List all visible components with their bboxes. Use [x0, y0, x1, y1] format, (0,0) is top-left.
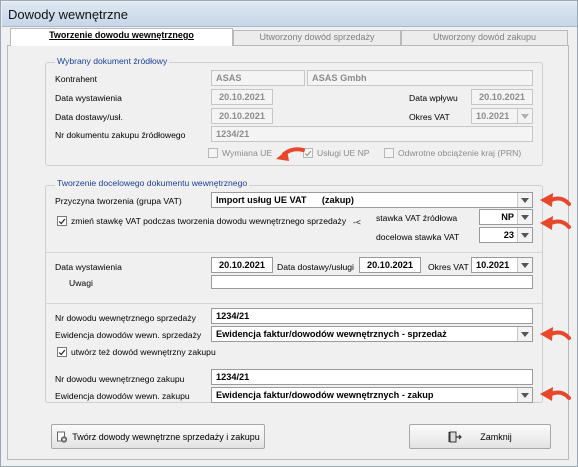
tab-purchase[interactable]: Utworzony dowód zakupu — [401, 30, 568, 45]
red-arrow-icon — [540, 387, 571, 401]
create-purchase-checkbox[interactable] — [57, 347, 67, 357]
eu-services-label: Usługi UE NP — [317, 148, 370, 158]
target-doc-legend: Tworzenie docelowego dokumentu wewnętrzn… — [55, 178, 250, 188]
receipt-date-field[interactable]: 20.10.2021 — [471, 89, 533, 105]
receipt-date-label: Data wpływu — [409, 93, 458, 103]
change-vat-label: zmień stawkę VAT podczas tworzenia dowod… — [71, 216, 347, 226]
source-rate-value: NP — [501, 212, 514, 222]
divider — [45, 252, 543, 253]
purchase-register-label: Ewidencja dowodów wewn. zakupu — [55, 391, 190, 401]
create-documents-label: Twórz dowody wewnętrzne sprzedaży i zaku… — [72, 431, 260, 442]
notes-field[interactable] — [211, 275, 533, 289]
reverse-charge-checkbox[interactable] — [384, 148, 394, 158]
notes-label: Uwagi — [69, 278, 93, 288]
document-gear-icon — [57, 431, 68, 443]
title-bar: Dowody wewnętrzne — [2, 2, 577, 27]
chevron-down-icon[interactable] — [517, 193, 532, 207]
purchase-register-value: Ewidencja faktur/dowodów wewnętrznych - … — [216, 390, 434, 400]
chevron-down-icon[interactable] — [517, 109, 532, 123]
target-issue-date-label: Data wystawienia — [55, 262, 122, 272]
rate-arrow-text: -< — [353, 217, 361, 227]
chevron-down-icon[interactable] — [517, 258, 532, 272]
target-vat-period-value: 10.2021 — [476, 260, 510, 270]
target-vat-period-label: Okres VAT — [428, 262, 469, 272]
delivery-date-label: Data dostawy/usł. — [55, 112, 123, 122]
close-label: Zamknij — [480, 431, 512, 442]
red-arrow-icon — [540, 216, 571, 230]
checkmark-icon — [58, 349, 66, 355]
foreign-exchange-label: Wymiana UE — [222, 148, 273, 158]
source-rate-label: stawka VAT źródłowa — [376, 213, 458, 223]
delivery-date-field[interactable]: 20.10.2021 — [211, 108, 273, 124]
issue-date-field[interactable]: 20.10.2021 — [211, 89, 273, 105]
sale-number-field[interactable]: 1234/21 — [211, 308, 533, 324]
change-vat-checkbox[interactable] — [57, 216, 67, 226]
red-arrow-icon — [540, 193, 571, 207]
chevron-down-icon[interactable] — [517, 228, 532, 242]
sale-register-combo[interactable]: Ewidencja faktur/dowodów wewnętrznych - … — [211, 326, 533, 342]
issue-date-label: Data wystawienia — [55, 93, 122, 103]
target-issue-date-field[interactable]: 20.10.2021 — [211, 257, 273, 273]
red-arrow-icon — [540, 327, 571, 341]
reason-value: Import usług UE VAT (zakup) — [216, 195, 354, 205]
purchase-number-field[interactable]: 1234/21 — [211, 369, 533, 385]
chevron-down-icon[interactable] — [517, 327, 532, 341]
target-rate-label: docelowa stawka VAT — [376, 232, 460, 242]
vat-period-label: Okres VAT — [409, 112, 450, 122]
reason-combo[interactable]: Import usług UE VAT (zakup) — [211, 192, 533, 208]
target-rate-value: 23 — [503, 230, 514, 240]
close-button[interactable]: Zamknij — [409, 424, 551, 449]
chevron-down-icon[interactable] — [517, 210, 532, 224]
purchase-register-combo[interactable]: Ewidencja faktur/dowodów wewnętrznych - … — [211, 387, 533, 403]
vat-period-value: 10.2021 — [476, 111, 510, 121]
foreign-exchange-checkbox[interactable] — [208, 148, 218, 158]
source-rate-combo[interactable]: NP — [479, 209, 533, 225]
target-rate-combo[interactable]: 23 — [479, 227, 533, 243]
sale-register-label: Ewidencja dowodów wewn. sprzedaży — [55, 330, 202, 340]
reverse-charge-label: Odwrotne obciążenie kraj (PRN) — [398, 148, 522, 158]
window-title: Dowody wewnętrzne — [8, 7, 128, 22]
checkmark-icon — [58, 218, 66, 224]
tab-sale[interactable]: Utworzony dowód sprzedaży — [233, 30, 401, 45]
create-purchase-label: utwórz też dowód wewnętrzny zakupu — [71, 347, 216, 357]
contractor-label: Kontrahent — [55, 74, 98, 84]
exit-door-icon — [448, 431, 463, 442]
chevron-down-icon[interactable] — [517, 388, 532, 402]
source-doc-legend: Wybrany dokument źródłowy — [55, 56, 170, 66]
target-delivery-date-label: Data dostawy/usługi — [277, 262, 354, 272]
dialog-window: Dowody wewnętrzne Tworzenie dowodu wewnę… — [0, 0, 578, 467]
sale-number-label: Nr dowodu wewnętrznego sprzedaży — [55, 313, 196, 323]
create-documents-button[interactable]: Twórz dowody wewnętrzne sprzedaży i zaku… — [51, 424, 265, 449]
reason-label: Przyczyna tworzenia (grupa VAT) — [55, 196, 182, 206]
red-arrow-icon — [276, 147, 305, 161]
contractor-name-field[interactable]: ASAS Gmbh — [307, 70, 533, 86]
contractor-code-field[interactable]: ASAS — [211, 70, 305, 86]
purchase-number-label: Nr dowodu wewnętrznego zakupu — [55, 374, 185, 384]
doc-number-label: Nr dokumentu zakupu źródłowego — [55, 130, 186, 140]
vat-period-combo[interactable]: 10.2021 — [471, 108, 533, 124]
divider — [45, 303, 543, 304]
target-vat-period-combo[interactable]: 10.2021 — [471, 257, 533, 273]
sale-register-value: Ewidencja faktur/dowodów wewnętrznych - … — [216, 329, 447, 339]
target-delivery-date-field[interactable]: 20.10.2021 — [359, 257, 421, 273]
doc-number-field[interactable]: 1234/21 — [211, 126, 533, 142]
tab-create[interactable]: Tworzenie dowodu wewnętrznego — [10, 28, 233, 46]
